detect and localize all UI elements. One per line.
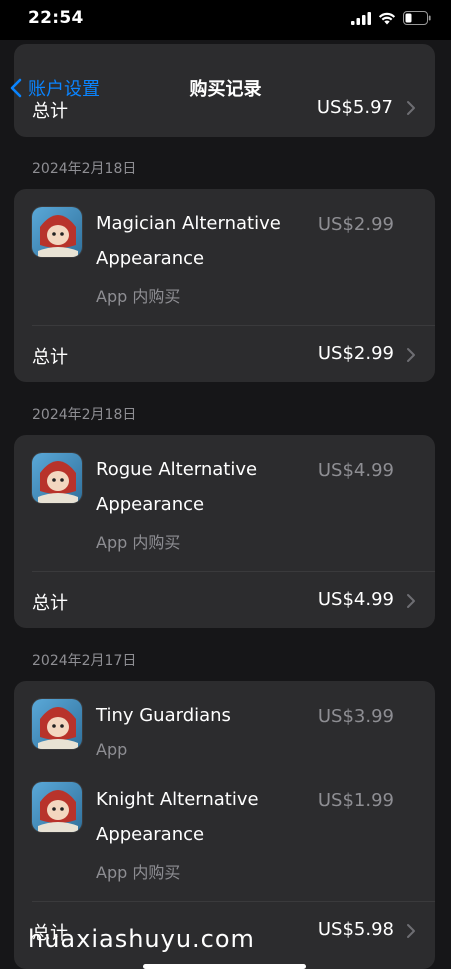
item-title: Rogue Alternative Appearance: [96, 459, 258, 515]
item-subtitle: App 内购买: [96, 533, 181, 552]
watermark: huaxiashuyu.com: [28, 925, 255, 953]
date-header: 2024年2月18日: [32, 407, 137, 423]
item-subtitle: App: [96, 740, 128, 759]
chevron-right-icon[interactable]: [406, 100, 416, 116]
total-label: 总计: [32, 593, 68, 614]
item-price: US$4.99: [317, 460, 394, 481]
status-bar: 22:54: [0, 0, 451, 40]
total-label: 总计: [32, 347, 68, 368]
wifi-icon: [378, 12, 396, 24]
date-header: 2024年2月18日: [32, 161, 137, 177]
app-icon: [31, 698, 83, 750]
item-subtitle: App 内购买: [96, 863, 181, 882]
battery-icon: [403, 11, 431, 25]
total-value[interactable]: US$2.99: [318, 343, 394, 364]
divider: [32, 571, 435, 572]
purchase-group-card: Rogue Alternative Appearance App 内购买 US$…: [14, 435, 435, 628]
app-icon: [31, 781, 83, 833]
item-price: US$1.99: [317, 790, 394, 811]
item-title: Tiny Guardians: [96, 705, 231, 726]
item-subtitle: App 内购买: [96, 287, 181, 306]
divider: [32, 325, 435, 326]
app-icon: [31, 206, 83, 258]
total-value[interactable]: US$5.98: [318, 919, 394, 940]
item-title: Knight Alternative Appearance: [96, 789, 259, 845]
home-indicator: [143, 964, 306, 969]
total-value[interactable]: US$5.97: [317, 97, 393, 118]
item-price: US$2.99: [317, 214, 394, 235]
date-header: 2024年2月17日: [32, 653, 137, 669]
signal-icon: [351, 11, 371, 25]
total-value[interactable]: US$4.99: [318, 589, 394, 610]
total-label: 总计: [32, 101, 68, 122]
chevron-right-icon[interactable]: [406, 923, 416, 939]
status-time: 22:54: [28, 8, 84, 28]
chevron-right-icon[interactable]: [406, 347, 416, 363]
divider: [32, 901, 435, 902]
purchase-group-card: Magician Alternative Appearance App 内购买 …: [14, 189, 435, 382]
item-title: Magician Alternative Appearance: [96, 213, 281, 269]
item-price: US$3.99: [317, 706, 394, 727]
app-icon: [31, 452, 83, 504]
chevron-right-icon[interactable]: [406, 593, 416, 609]
